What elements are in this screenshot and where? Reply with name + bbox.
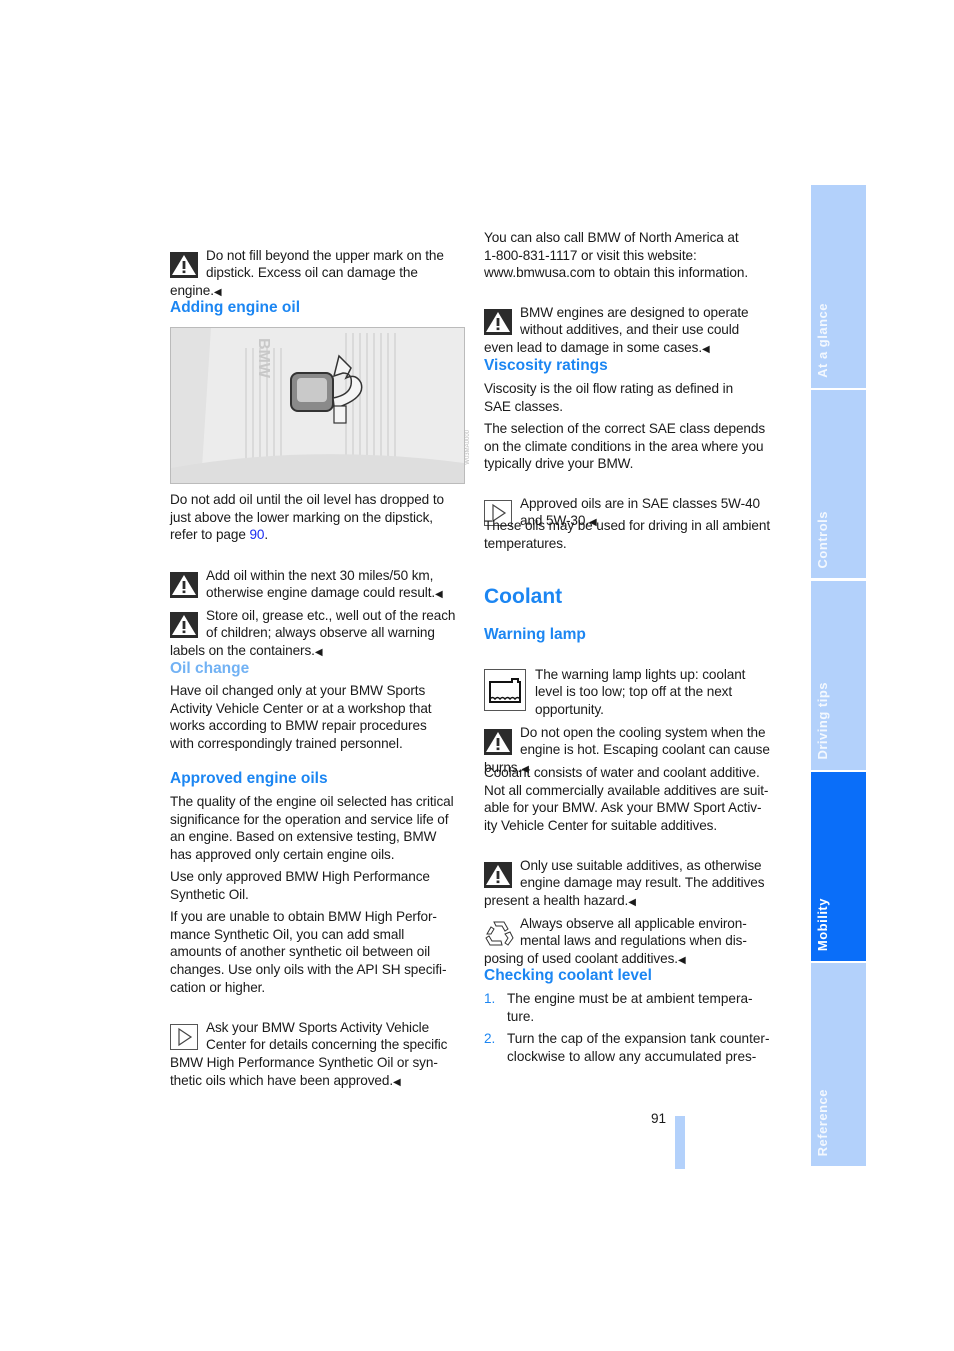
info-play-icon: [170, 1023, 198, 1050]
tab-label: Controls: [815, 510, 830, 568]
side-tab-at-a-glance[interactable]: At a glance: [811, 185, 866, 388]
note-text: Store oil, grease etc., well out of the …: [170, 607, 456, 659]
image-code: W03MA0000: [465, 430, 471, 465]
info-note: Ask your BMW Sports Activity Vehicle Cen…: [170, 1001, 462, 1092]
end-marker: ◀: [314, 647, 323, 659]
heading-viscosity-ratings: Viscosity ratings: [484, 357, 608, 374]
paragraph: You can also call BMW of North America a…: [484, 230, 749, 281]
tab-label: Driving tips: [815, 682, 830, 760]
page-marker-bar: [675, 1116, 685, 1169]
recycle-icon: [484, 918, 514, 946]
end-marker: ◀: [677, 955, 686, 967]
heading-checking-coolant-level: Checking coolant level: [484, 967, 652, 984]
end-marker: ◀: [213, 287, 222, 299]
step-text: Turn the cap of the expansion tank count…: [507, 1031, 770, 1064]
svg-text:BMW: BMW: [255, 338, 272, 379]
paragraph: Use only approved BMW High Performance S…: [170, 869, 430, 902]
tab-label: Reference: [815, 1088, 830, 1156]
paragraph: Have oil changed only at your BMW Sports…: [170, 683, 432, 752]
end-marker: ◀: [393, 1076, 401, 1088]
warning-triangle-icon: [484, 308, 512, 335]
paragraph: Coolant consists of water and coolant ad…: [484, 765, 769, 834]
step-number: 1.: [484, 991, 496, 1006]
side-tab-driving-tips[interactable]: Driving tips: [811, 581, 866, 770]
side-tab-mobility[interactable]: Mobility: [811, 772, 866, 961]
step-number: 2.: [484, 1031, 496, 1046]
warning-note: Do not fill beyond the upper mark on the…: [170, 229, 462, 302]
paragraph: The selection of the correct SAE class d…: [484, 421, 766, 472]
end-marker: ◀: [702, 344, 710, 356]
page-link[interactable]: 90: [249, 527, 264, 542]
paragraph: These oils may be used for driving in al…: [484, 518, 770, 551]
paragraph: Do not add oil until the oil level has d…: [170, 491, 462, 544]
heading-adding-engine-oil: Adding engine oil: [170, 299, 301, 316]
warning-triangle-icon: [170, 611, 198, 638]
side-tab-reference[interactable]: Reference: [811, 963, 866, 1166]
heading-coolant: Coolant: [484, 585, 563, 608]
warning-note: BMW engines are designed to operate with…: [484, 286, 776, 359]
tab-label: Mobility: [815, 897, 830, 951]
step-text: The engine must be at ambient tempera- t…: [507, 991, 753, 1024]
coolant-warning-lamp-icon: [484, 668, 526, 711]
tab-label: At a glance: [815, 303, 830, 378]
heading-oil-change: Oil change: [170, 660, 250, 677]
note-text: Always observe all applicable environ- m…: [484, 915, 747, 967]
paragraph: The quality of the engine oil selected h…: [170, 794, 454, 863]
note-text: Ask your BMW Sports Activity Vehicle Cen…: [170, 1019, 448, 1088]
paragraph-text: .: [264, 527, 269, 543]
heading-approved-engine-oils: Approved engine oils: [170, 770, 328, 787]
note-text: Do not fill beyond the upper mark on the…: [170, 247, 444, 299]
warning-triangle-icon: [170, 251, 198, 278]
paragraph-text: Do not add oil until the oil level has d…: [170, 492, 444, 543]
engine-oil-cap-illustration: BMW: [170, 327, 465, 484]
warning-note: Store oil, grease etc., well out of the …: [170, 589, 462, 662]
paragraph: If you are unable to obtain BMW High Per…: [170, 909, 447, 995]
paragraph: Viscosity is the oil flow rating as defi…: [484, 381, 734, 414]
warning-triangle-icon: [484, 861, 512, 888]
page-number: 91: [651, 1111, 667, 1126]
heading-warning-lamp: Warning lamp: [484, 626, 586, 643]
environment-note: Always observe all applicable environ- m…: [484, 897, 776, 970]
warning-triangle-icon: [484, 728, 512, 755]
side-tab-controls[interactable]: Controls: [811, 390, 866, 578]
